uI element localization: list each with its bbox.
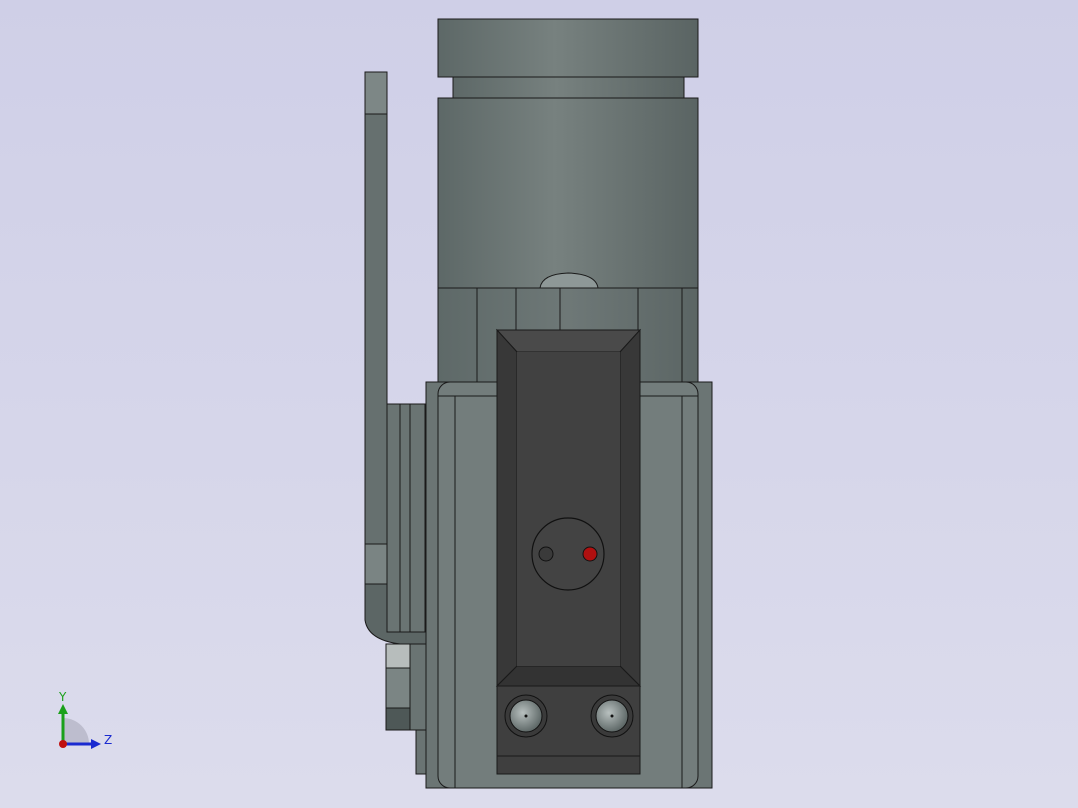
x-axis-icon [59, 740, 67, 748]
graphics-viewport[interactable]: Y Z [0, 0, 1078, 808]
orientation-triad: Y Z [58, 690, 112, 749]
y-axis-label: Y [58, 690, 67, 704]
z-axis-label: Z [104, 733, 112, 747]
